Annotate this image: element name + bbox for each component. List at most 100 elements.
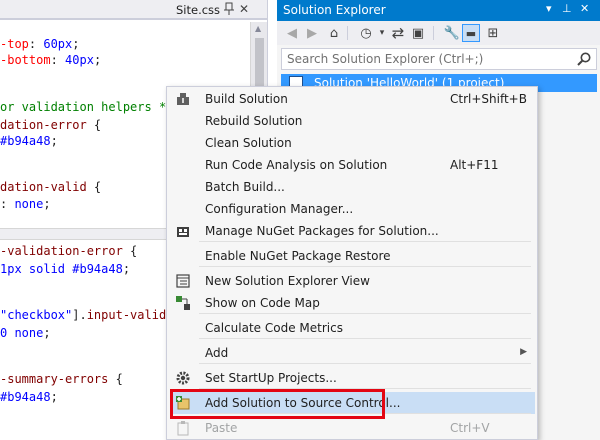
menu-separator <box>199 388 531 389</box>
code-map-icon[interactable]: ⊞ <box>484 24 502 42</box>
menu-item-add[interactable]: Add ▶ <box>171 342 535 364</box>
menu-item-label: Add <box>205 346 229 360</box>
submenu-arrow-icon: ▶ <box>520 347 527 357</box>
menu-item-run-code-analysis-on-solution[interactable]: Run Code Analysis on Solution Alt+F11 <box>171 154 535 176</box>
editor-tab-label[interactable]: Site.css <box>176 3 220 17</box>
menu-item-manage-nuget-packages-for-solution[interactable]: Manage NuGet Packages for Solution... <box>171 220 535 242</box>
close-panel-icon[interactable]: ✕ <box>580 2 589 15</box>
menu-item-shortcut: Alt+F11 <box>450 158 499 172</box>
gear-icon <box>176 371 190 385</box>
code-line: -bottom: 40px; <box>0 52 101 68</box>
code-line: -top: 60px; <box>0 36 80 52</box>
code-line: #b94a48; <box>0 389 58 405</box>
code-line: : none; <box>0 196 51 212</box>
code-token: -validation-error <box>0 244 123 258</box>
code-token: -bottom <box>0 53 51 67</box>
search-input[interactable] <box>282 49 572 69</box>
menu-item-show-on-code-map[interactable]: Show on Code Map <box>171 292 535 314</box>
menu-item-calculate-code-metrics[interactable]: Calculate Code Metrics <box>171 317 535 339</box>
menu-item-build-solution[interactable]: Build Solution Ctrl+Shift+B <box>171 88 535 110</box>
code-token: ; <box>50 134 58 148</box>
menu-item-set-startup-projects[interactable]: Set StartUp Projects... <box>171 367 535 389</box>
code-token: dation-valid <box>0 180 87 194</box>
menu-item-label: Paste <box>205 421 238 435</box>
menu-item-shortcut: Ctrl+V <box>450 421 490 435</box>
code-token: : <box>28 37 44 51</box>
code-token: #b94a48 <box>0 390 51 404</box>
code-token: ; <box>93 53 102 67</box>
menu-item-paste[interactable]: Paste Ctrl+V <box>171 417 535 439</box>
forward-icon[interactable]: ▶ <box>303 24 321 42</box>
menu-item-shortcut: Ctrl+Shift+B <box>450 92 527 106</box>
menu-item-clean-solution[interactable]: Clean Solution <box>171 132 535 154</box>
menu-item-label: Set StartUp Projects... <box>205 371 337 385</box>
code-token: ; <box>122 262 131 276</box>
pin-icon[interactable] <box>222 1 236 17</box>
menu-item-rebuild-solution[interactable]: Rebuild Solution <box>171 110 535 132</box>
code-token: { <box>108 372 123 386</box>
code-token: or validation helpers */ <box>0 100 174 114</box>
code-line: -summary-errors { <box>0 371 123 387</box>
solution-explorer-titlebar: Solution Explorer ▾ ⊥ ✕ <box>277 0 600 21</box>
code-line: #b94a48; <box>0 133 58 149</box>
code-token: none <box>14 197 44 211</box>
code-token: dation-error <box>0 118 87 132</box>
code-token: { <box>86 118 102 132</box>
sync-icon[interactable]: ⇄ <box>389 24 407 42</box>
window-position-icon[interactable]: ▾ <box>546 2 552 15</box>
menu-item-label: Show on Code Map <box>205 296 320 310</box>
paste-icon <box>177 421 189 436</box>
menu-item-configuration-manager[interactable]: Configuration Manager... <box>171 198 535 220</box>
solution-explorer-title: Solution Explorer <box>283 3 386 17</box>
scroll-up-icon[interactable]: ▲ <box>255 24 261 33</box>
collapse-icon[interactable]: ▣ <box>409 24 427 42</box>
auto-hide-pin-icon[interactable]: ⊥ <box>562 2 572 15</box>
menu-item-label: Clean Solution <box>205 136 292 150</box>
code-token: 0 none <box>0 326 44 340</box>
code-token: -top <box>0 37 29 51</box>
menu-item-label: Manage NuGet Packages for Solution... <box>205 224 439 238</box>
properties-icon[interactable]: 🔧 <box>443 24 461 42</box>
menu-item-label: Rebuild Solution <box>205 114 303 128</box>
menu-item-add-solution-to-source-control[interactable]: Add Solution to Source Control... <box>171 392 535 414</box>
home-icon[interactable]: ⌂ <box>325 24 343 42</box>
code-token: "checkbox" <box>0 308 73 322</box>
menu-separator <box>199 363 531 364</box>
menu-item-enable-nuget-package-restore[interactable]: Enable NuGet Package Restore <box>171 245 535 267</box>
solution-explorer-toolbar: ◀ ▶ ⌂ ◷ ▾ ⇄ ▣ 🔧 ▬ ⊞ <box>277 21 600 45</box>
close-icon[interactable]: ✕ <box>239 2 249 16</box>
code-token: ]. <box>72 308 87 322</box>
new-view-icon <box>176 274 190 288</box>
source-control-icon <box>176 396 190 410</box>
preview-icon[interactable]: ▬ <box>462 24 480 42</box>
code-map-icon <box>176 296 190 310</box>
menu-item-new-solution-explorer-view[interactable]: New Solution Explorer View <box>171 270 535 292</box>
code-line: "checkbox"].input-validat <box>0 307 181 323</box>
code-line: or validation helpers */ <box>0 99 173 115</box>
back-icon[interactable]: ◀ <box>283 24 301 42</box>
search-icon[interactable] <box>576 51 592 67</box>
menu-separator <box>199 313 531 314</box>
menu-item-label: Configuration Manager... <box>205 202 354 216</box>
code-token: -summary-errors <box>0 372 109 386</box>
menu-item-batch-build[interactable]: Batch Build... <box>171 176 535 198</box>
menu-item-label: Build Solution <box>205 92 288 106</box>
menu-item-label: Run Code Analysis on Solution <box>205 158 388 172</box>
menu-separator <box>199 338 531 339</box>
toolbar-separator <box>433 26 434 40</box>
solution-context-menu: Build Solution Ctrl+Shift+B Rebuild Soluti… <box>166 86 538 440</box>
search-box[interactable] <box>281 48 597 70</box>
code-token: : <box>50 53 66 67</box>
menu-item-label: Batch Build... <box>205 180 285 194</box>
code-token: { <box>122 244 138 258</box>
editor-tab[interactable]: Site.css ✕ <box>0 0 267 20</box>
code-line: -validation-error { <box>0 243 137 259</box>
menu-item-label: Add Solution to Source Control... <box>205 396 401 410</box>
build-icon <box>177 93 189 105</box>
menu-separator <box>199 241 531 242</box>
code-line: dation-error { <box>0 117 101 133</box>
menu-separator <box>199 266 531 267</box>
code-token: #b94a48 <box>0 134 51 148</box>
menu-item-label: New Solution Explorer View <box>205 274 370 288</box>
code-token: ; <box>50 390 58 404</box>
